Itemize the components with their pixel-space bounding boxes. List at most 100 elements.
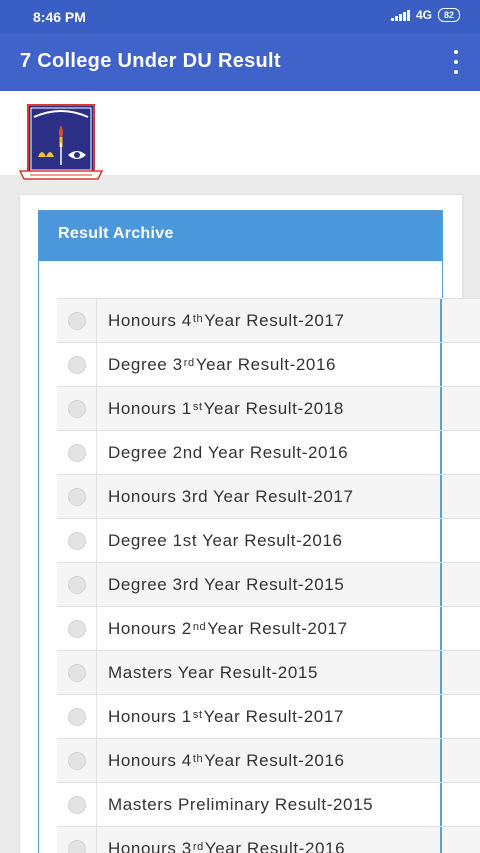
- radio-icon[interactable]: [67, 355, 86, 374]
- radio-icon[interactable]: [67, 619, 86, 638]
- label-text-rest: Year Result-2017: [203, 706, 344, 726]
- label-ordinal-suffix: st: [192, 400, 203, 413]
- label-text: Honours 3rd Year Result-2017: [108, 486, 354, 506]
- radio-cell: [57, 431, 97, 474]
- result-item-label[interactable]: Degree 3rd Year Result-2016: [97, 343, 336, 386]
- radio-cell: [57, 695, 97, 738]
- status-time: 8:46 PM: [33, 9, 86, 25]
- result-item-label[interactable]: Degree 2nd Year Result-2016: [97, 431, 348, 474]
- panel-edge: [440, 519, 442, 562]
- result-item-label[interactable]: Masters Year Result-2015: [97, 651, 318, 694]
- label-text-rest: Year Result-2018: [203, 398, 344, 418]
- radio-cell: [57, 739, 97, 782]
- result-item-label[interactable]: Honours 2nd Year Result-2017: [97, 607, 348, 650]
- panel-edge: [440, 343, 442, 386]
- result-item-label[interactable]: Honours 1st Year Result-2017: [97, 695, 344, 738]
- result-item-label[interactable]: Degree 1st Year Result-2016: [97, 519, 343, 562]
- label-text: Masters Preliminary Result-2015: [108, 794, 374, 814]
- list-item[interactable]: Honours 4th Year Result-2016: [57, 738, 480, 782]
- signal-icon: [390, 9, 410, 21]
- panel-edge: [440, 387, 442, 430]
- list-item[interactable]: Honours 4th Year Result-2017: [57, 298, 480, 342]
- list-item[interactable]: Degree 3rd Year Result-2016: [57, 342, 480, 386]
- radio-cell: [57, 519, 97, 562]
- app-bar: 7 College Under DU Result: [0, 33, 480, 91]
- result-item-label[interactable]: Honours 1st Year Result-2018: [97, 387, 344, 430]
- label-ordinal-suffix: nd: [192, 620, 207, 633]
- radio-cell: [57, 387, 97, 430]
- label-text: Degree 1st Year Result-2016: [108, 530, 343, 550]
- radio-cell: [57, 607, 97, 650]
- list-item[interactable]: Honours 1st Year Result-2017: [57, 694, 480, 738]
- radio-icon[interactable]: [67, 443, 86, 462]
- status-icons: 4G 82: [390, 8, 460, 22]
- radio-cell: [57, 827, 97, 853]
- radio-cell: [57, 299, 97, 342]
- label-text-rest: Year Result-2016: [195, 354, 337, 374]
- network-type: 4G: [415, 8, 432, 22]
- radio-icon[interactable]: [67, 751, 86, 770]
- status-bar: 8:46 PM 4G 82: [0, 0, 480, 33]
- label-text-rest: Year Result-2017: [204, 310, 345, 330]
- label-text: Honours 1: [108, 398, 192, 418]
- panel-edge: [440, 299, 442, 342]
- list-item[interactable]: Masters Year Result-2015: [57, 650, 480, 694]
- panel-edge: [440, 651, 442, 694]
- label-ordinal-suffix: rd: [192, 840, 204, 853]
- result-list: Honours 4th Year Result-2017 Degree 3rd Y…: [57, 298, 480, 853]
- label-text: Honours 3: [108, 838, 192, 853]
- label-text-rest: Year Result-2016: [204, 750, 345, 770]
- radio-icon[interactable]: [67, 707, 86, 726]
- panel-edge: [440, 783, 442, 826]
- label-text: Degree 2nd Year Result-2016: [108, 442, 349, 462]
- radio-cell: [57, 475, 97, 518]
- radio-icon[interactable]: [67, 575, 86, 594]
- panel-edge: [440, 827, 442, 853]
- list-item[interactable]: Masters Preliminary Result-2015: [57, 782, 480, 826]
- list-item[interactable]: Degree 3rd Year Result-2015: [57, 562, 480, 606]
- label-text: Honours 4: [108, 750, 192, 770]
- list-item[interactable]: Degree 2nd Year Result-2016: [57, 430, 480, 474]
- logo-strip: [0, 91, 480, 180]
- label-text: Masters Year Result-2015: [108, 662, 319, 682]
- label-text: Degree 3rd Year Result-2015: [108, 574, 345, 594]
- label-text: Degree 3: [108, 354, 183, 374]
- label-text-rest: Year Result-2017: [207, 618, 348, 638]
- label-ordinal-suffix: th: [192, 752, 204, 765]
- list-item[interactable]: Honours 3rd Year Result-2017: [57, 474, 480, 518]
- radio-cell: [57, 563, 97, 606]
- label-text: Honours 2: [108, 618, 192, 638]
- label-text: Honours 1: [108, 706, 192, 726]
- list-item[interactable]: Degree 1st Year Result-2016: [57, 518, 480, 562]
- radio-icon[interactable]: [67, 839, 86, 853]
- radio-cell: [57, 651, 97, 694]
- list-item[interactable]: Honours 3rd Year Result-2016: [57, 826, 480, 853]
- radio-cell: [57, 343, 97, 386]
- radio-icon[interactable]: [67, 531, 86, 550]
- university-logo: [18, 104, 104, 180]
- radio-icon[interactable]: [67, 487, 86, 506]
- overflow-menu-icon[interactable]: [452, 50, 460, 74]
- panel-header: Result Archive: [39, 211, 442, 261]
- radio-icon[interactable]: [67, 795, 86, 814]
- radio-cell: [57, 783, 97, 826]
- list-item[interactable]: Honours 1st Year Result-2018: [57, 386, 480, 430]
- battery-level: 82: [443, 9, 454, 20]
- battery-icon: 82: [437, 8, 460, 22]
- radio-icon[interactable]: [67, 663, 86, 682]
- panel-edge: [440, 695, 442, 738]
- label-ordinal-suffix: st: [192, 708, 203, 721]
- label-text: Honours 4: [108, 310, 192, 330]
- result-item-label[interactable]: Honours 3rd Year Result-2017: [97, 475, 354, 518]
- panel-edge: [440, 739, 442, 782]
- result-item-label[interactable]: Degree 3rd Year Result-2015: [97, 563, 344, 606]
- result-item-label[interactable]: Honours 4th Year Result-2017: [97, 299, 345, 342]
- radio-icon[interactable]: [67, 399, 86, 418]
- list-item[interactable]: Honours 2nd Year Result-2017: [57, 606, 480, 650]
- label-text-rest: Year Result-2016: [204, 838, 346, 853]
- result-item-label[interactable]: Honours 4th Year Result-2016: [97, 739, 345, 782]
- panel-edge: [440, 607, 442, 650]
- result-item-label[interactable]: Masters Preliminary Result-2015: [97, 783, 373, 826]
- radio-icon[interactable]: [67, 311, 86, 330]
- result-item-label[interactable]: Honours 3rd Year Result-2016: [97, 827, 345, 853]
